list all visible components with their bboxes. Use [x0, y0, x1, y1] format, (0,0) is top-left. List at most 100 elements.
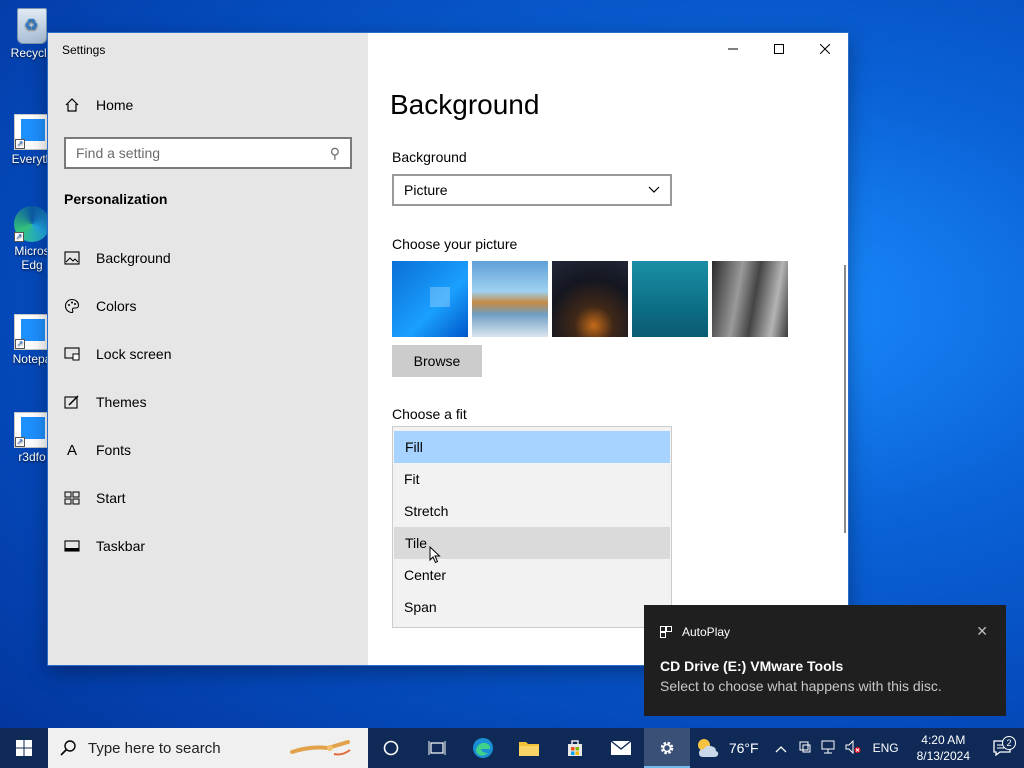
- notification-close-icon[interactable]: ✕: [976, 623, 988, 640]
- taskbar-clock[interactable]: 4:20 AM 8/13/2024: [907, 732, 980, 764]
- sidebar-item-start[interactable]: Start: [48, 474, 368, 522]
- clock-time: 4:20 AM: [921, 733, 966, 747]
- application-icon: ↗: [14, 114, 50, 150]
- volume-muted-icon[interactable]: [841, 739, 865, 757]
- start-icon: [64, 490, 80, 506]
- taskbar-edge-button[interactable]: [460, 728, 506, 768]
- network-icon[interactable]: [817, 740, 841, 757]
- cortana-button[interactable]: [368, 728, 414, 768]
- sidebar-item-label: Colors: [96, 298, 137, 314]
- taskbar-mail-button[interactable]: [598, 728, 644, 768]
- picture-thumbnail-night-sky[interactable]: [552, 261, 628, 337]
- recycle-bin-icon: [17, 8, 47, 44]
- home-icon: [65, 98, 79, 112]
- task-view-button[interactable]: [414, 728, 460, 768]
- background-type-label: Background: [392, 149, 467, 165]
- sidebar-item-label: Lock screen: [96, 346, 172, 362]
- fit-option-fill[interactable]: Fill: [394, 431, 670, 463]
- search-icon: [60, 740, 76, 756]
- sidebar-item-label: Taskbar: [96, 538, 146, 554]
- sidebar-item-label: Fonts: [96, 442, 132, 458]
- autoplay-notification[interactable]: AutoPlay ✕ CD Drive (E:) VMware Tools Se…: [644, 605, 1006, 716]
- background-type-dropdown[interactable]: Picture: [392, 174, 672, 206]
- edge-browser-icon: [473, 738, 493, 758]
- taskbar-search-box[interactable]: [48, 728, 368, 768]
- window-title: Settings: [62, 43, 106, 57]
- notification-count-badge: 2: [1002, 736, 1016, 750]
- autoplay-icon: [660, 626, 672, 638]
- sidebar-item-fonts[interactable]: A Fonts: [48, 426, 368, 474]
- action-center-button[interactable]: 2: [980, 736, 1024, 756]
- sidebar-item-lock-screen[interactable]: Lock screen: [48, 330, 368, 378]
- clock-date: 8/13/2024: [916, 749, 970, 763]
- choose-fit-label: Choose a fit: [392, 406, 467, 422]
- taskbar-search-input[interactable]: [88, 739, 288, 757]
- settings-sidebar: Settings Home ⚲ Personalization Backgrou…: [48, 33, 368, 665]
- sidebar-item-background[interactable]: Background: [48, 234, 368, 282]
- picture-thumbnail-windows[interactable]: [392, 261, 468, 337]
- weather-temperature: 76°F: [728, 740, 759, 756]
- notification-heading: CD Drive (E:) VMware Tools: [660, 658, 844, 674]
- taskbar-icon: [64, 538, 80, 554]
- mail-icon: [610, 740, 632, 755]
- fit-option-fit[interactable]: Fit: [393, 463, 671, 495]
- edge-browser-icon: ↗: [14, 206, 50, 242]
- section-title: Personalization: [64, 191, 168, 207]
- page-title: Background: [390, 89, 540, 120]
- gear-icon: [660, 741, 674, 755]
- fit-option-span[interactable]: Span: [393, 591, 671, 623]
- picture-thumbnail-beach[interactable]: [472, 261, 548, 337]
- sidebar-item-colors[interactable]: Colors: [48, 282, 368, 330]
- taskbar-settings-button[interactable]: [644, 728, 690, 768]
- show-hidden-icons-chevron-icon[interactable]: [769, 741, 793, 756]
- sidebar-item-label: Start: [96, 490, 126, 506]
- notification-app-name: AutoPlay: [682, 625, 731, 639]
- taskbar-store-button[interactable]: [552, 728, 598, 768]
- palette-icon: [64, 298, 80, 314]
- picture-icon: [64, 250, 80, 266]
- picture-thumbnail-underwater[interactable]: [632, 261, 708, 337]
- fonts-icon: A: [66, 441, 77, 459]
- sidebar-item-themes[interactable]: Themes: [48, 378, 368, 426]
- find-setting-input[interactable]: [76, 145, 330, 161]
- store-icon: [568, 740, 582, 756]
- windows-logo-icon: [16, 740, 32, 756]
- mouse-cursor-icon: [429, 546, 441, 564]
- settings-window: Settings Home ⚲ Personalization Backgrou…: [48, 33, 848, 665]
- notification-app: AutoPlay: [660, 625, 730, 639]
- input-language-indicator[interactable]: ENG: [865, 741, 907, 755]
- content-scrollbar[interactable]: [844, 265, 846, 533]
- browse-button[interactable]: Browse: [392, 345, 482, 377]
- cortana-icon: [383, 740, 399, 756]
- folder-icon: [519, 742, 539, 756]
- task-view-icon: [428, 741, 446, 755]
- picture-thumbnails: [392, 261, 788, 337]
- fit-dropdown-list: Fill Fit Stretch Tile Center Span: [392, 426, 672, 628]
- taskbar: 76°F ENG 4:20 AM 8/13/2024 2: [0, 728, 1024, 768]
- search-highlight-art-icon: [290, 740, 351, 756]
- sidebar-item-label: Themes: [96, 394, 147, 410]
- sidebar-item-taskbar[interactable]: Taskbar: [48, 522, 368, 570]
- application-icon: ↗: [14, 314, 50, 350]
- start-button[interactable]: [0, 728, 48, 768]
- vmware-tools-icon[interactable]: [793, 740, 817, 757]
- themes-icon: [64, 394, 80, 410]
- sidebar-nav: Background Colors Lock screen Themes A F…: [48, 234, 368, 570]
- system-tray: 76°F ENG 4:20 AM 8/13/2024 2: [685, 728, 1024, 768]
- application-icon: ↗: [14, 412, 50, 448]
- weather-widget[interactable]: 76°F: [685, 737, 769, 759]
- fit-option-stretch[interactable]: Stretch: [393, 495, 671, 527]
- partly-cloudy-icon: [697, 739, 719, 757]
- taskbar-file-explorer-button[interactable]: [506, 728, 552, 768]
- chevron-down-icon: [648, 186, 660, 193]
- choose-picture-label: Choose your picture: [392, 236, 518, 252]
- search-icon: ⚲: [329, 144, 340, 161]
- sidebar-home[interactable]: Home: [64, 97, 133, 113]
- home-label: Home: [96, 97, 134, 113]
- settings-content: Background Background Picture Choose you…: [368, 33, 848, 665]
- sidebar-item-label: Background: [96, 250, 171, 266]
- background-type-value: Picture: [404, 182, 448, 198]
- find-setting-search[interactable]: ⚲: [64, 137, 352, 169]
- picture-thumbnail-rock[interactable]: [712, 261, 788, 337]
- notification-body: Select to choose what happens with this …: [660, 678, 942, 694]
